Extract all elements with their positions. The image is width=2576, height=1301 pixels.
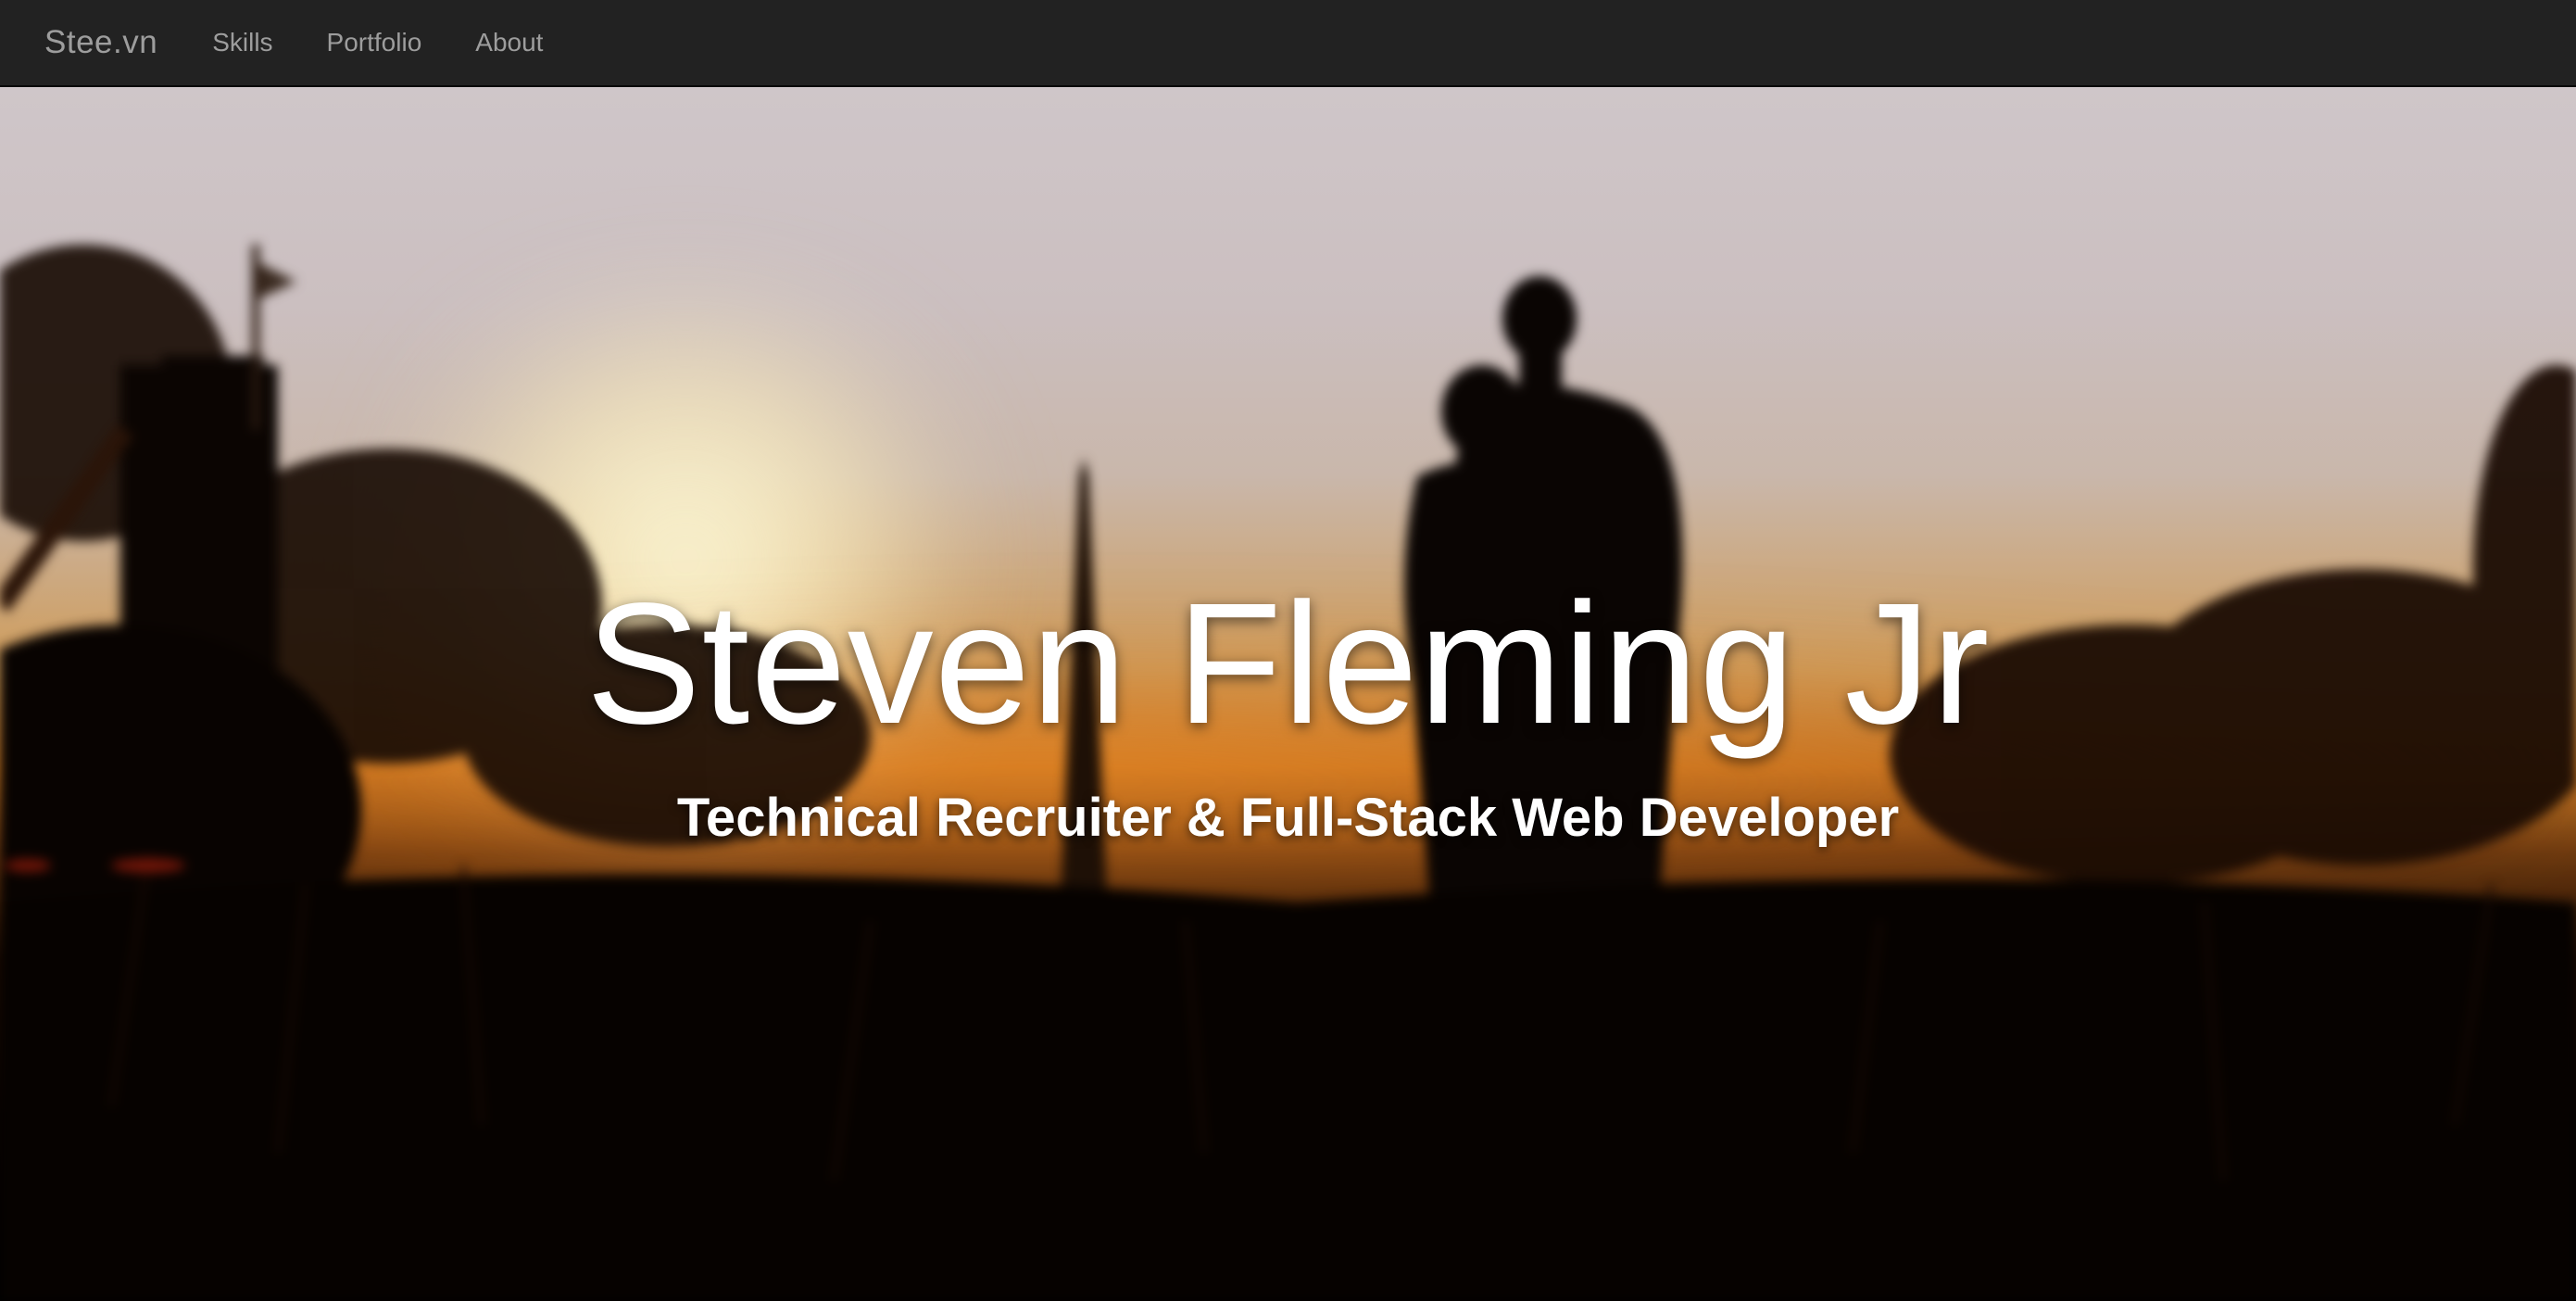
navbar: Stee.vn Skills Portfolio About <box>0 0 2576 87</box>
nav-link-portfolio[interactable]: Portfolio <box>300 0 449 86</box>
brand-link[interactable]: Stee.vn <box>44 24 157 61</box>
nav-links: Skills Portfolio About <box>185 0 570 86</box>
hero-subtitle: Technical Recruiter & Full-Stack Web Dev… <box>676 788 1900 848</box>
hero-title: Steven Fleming Jr <box>585 568 1991 760</box>
nav-link-skills[interactable]: Skills <box>185 0 299 86</box>
hero-section: Steven Fleming Jr Technical Recruiter & … <box>0 87 2576 1301</box>
nav-link-about[interactable]: About <box>448 0 570 86</box>
hero-text: Steven Fleming Jr Technical Recruiter & … <box>0 87 2576 1301</box>
page: Stee.vn Skills Portfolio About Steven Fl… <box>0 0 2576 1301</box>
